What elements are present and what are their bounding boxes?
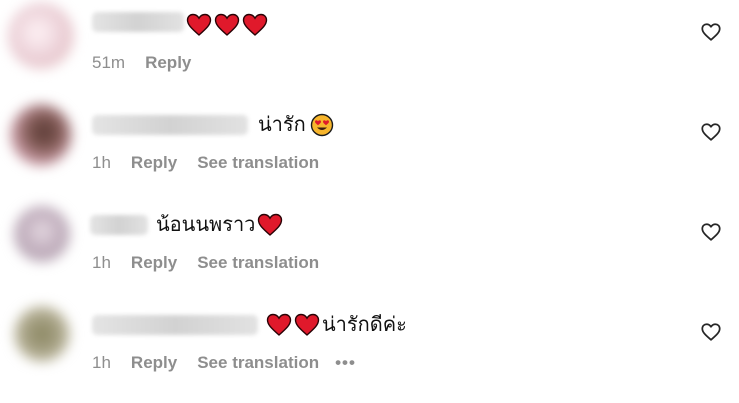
comment-text: น่ารัก [258,113,334,137]
like-heart-icon[interactable] [700,321,722,343]
reply-button[interactable]: Reply [145,53,191,73]
reply-button[interactable]: Reply [131,353,177,373]
username-blurred[interactable] [92,115,248,135]
comment-text: น่ารักดีค่ะ [266,313,407,337]
username-blurred[interactable] [90,215,148,235]
avatar[interactable] [14,306,70,362]
avatar[interactable] [14,206,70,262]
username-blurred[interactable] [92,12,184,32]
comment-item: น่ารัก 1h Reply See translation [0,100,739,200]
like-heart-icon[interactable] [700,221,722,243]
avatar[interactable] [8,3,74,69]
red-heart-emoji [294,313,320,337]
reply-button[interactable]: Reply [131,153,177,173]
see-translation-button[interactable]: See translation [197,353,319,373]
comment-text-content: น่ารักดีค่ะ [322,314,407,336]
red-heart-emoji [257,213,283,237]
comment-time[interactable]: 1h [92,153,111,173]
comment-meta: 1h Reply See translation [92,153,339,173]
comment-time[interactable]: 1h [92,353,111,373]
comment-item: 51m Reply [0,0,739,100]
comment-meta: 1h Reply See translation [92,253,339,273]
comment-meta: 1h Reply See translation ••• [92,353,356,373]
red-heart-emoji [214,13,240,37]
comment-text: น้อนนพราว [156,213,283,237]
comment-item: น่ารักดีค่ะ 1h Reply See translation ••• [0,300,739,400]
username-blurred[interactable] [92,315,258,335]
avatar[interactable] [10,104,72,166]
red-heart-emoji [242,13,268,37]
comment-item: น้อนนพราว 1h Reply See translation [0,200,739,300]
comment-text [186,13,268,37]
red-heart-emoji [266,313,292,337]
heart-eyes-emoji [310,113,334,137]
like-heart-icon[interactable] [700,21,722,43]
red-heart-emoji [186,13,212,37]
comment-text-content: น่ารัก [258,114,306,136]
comment-time[interactable]: 1h [92,253,111,273]
see-translation-button[interactable]: See translation [197,153,319,173]
reply-button[interactable]: Reply [131,253,177,273]
see-translation-button[interactable]: See translation [197,253,319,273]
comment-text-content: น้อนนพราว [156,214,256,236]
like-heart-icon[interactable] [700,121,722,143]
comment-time[interactable]: 51m [92,53,125,73]
comment-meta: 51m Reply [92,53,211,73]
more-options-icon[interactable]: ••• [335,353,356,373]
